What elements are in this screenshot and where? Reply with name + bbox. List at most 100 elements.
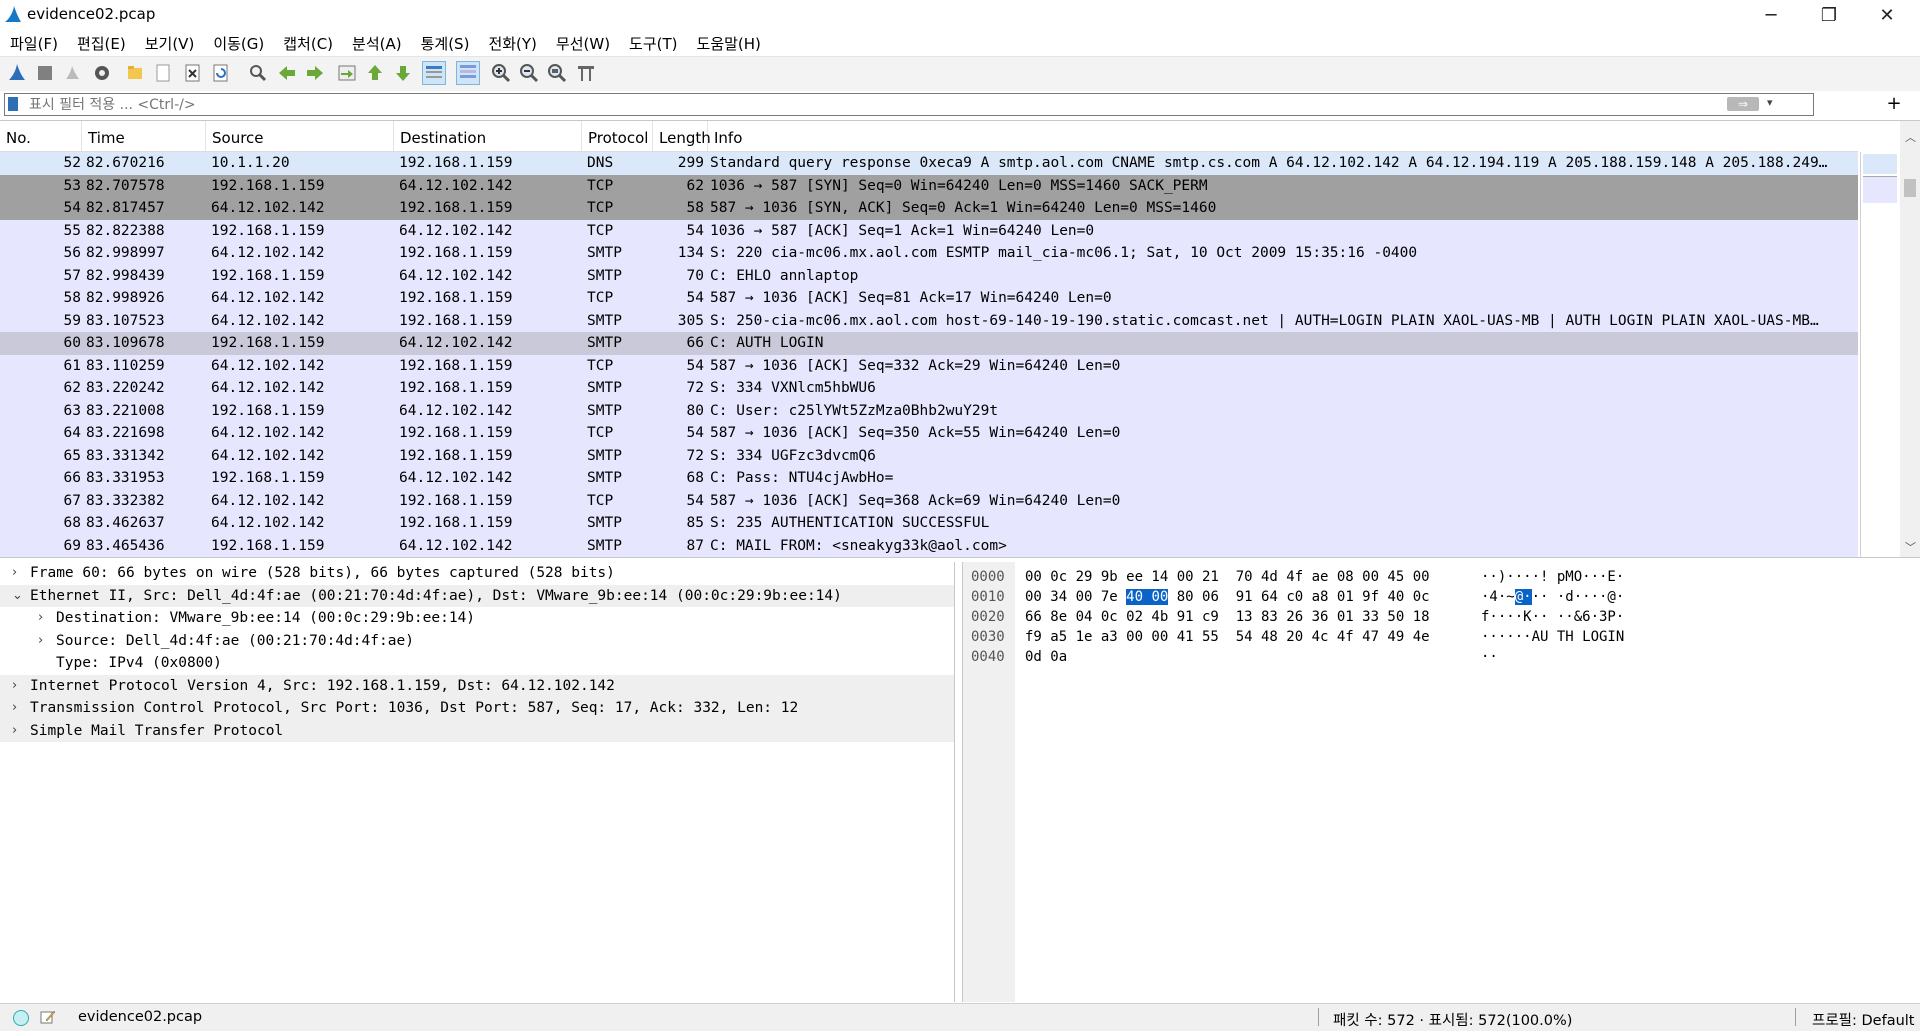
first-packet-button[interactable] xyxy=(364,62,386,84)
go-to-packet-button[interactable] xyxy=(336,62,358,84)
restart-capture-button[interactable] xyxy=(62,62,84,84)
collapsed-chevron-icon[interactable]: › xyxy=(12,697,26,720)
menu-item[interactable]: 이동(G) xyxy=(203,30,273,56)
packet-row[interactable]: 56 82.998997 64.12.102.142 192.168.1.159 SMT… xyxy=(0,242,1858,265)
zoom-in-button[interactable] xyxy=(490,62,512,84)
zoom-out-button[interactable] xyxy=(518,62,540,84)
find-packet-button[interactable] xyxy=(247,62,269,84)
packet-row[interactable]: 55 82.822388 192.168.1.159 64.12.102.142 TCP… xyxy=(0,219,1858,242)
normal-size-button[interactable] xyxy=(546,62,568,84)
go-back-button[interactable] xyxy=(276,62,298,84)
packet-row[interactable]: 64 83.221698 64.12.102.142 192.168.1.159 TCP… xyxy=(0,422,1858,445)
column-no[interactable]: No. xyxy=(0,121,82,151)
detail-tree-item[interactable]: ⌄ Ethernet II, Src: Dell_4d:4f:ae (00:21:… xyxy=(0,584,954,608)
add-filter-button[interactable]: + xyxy=(1884,93,1904,115)
maximize-button[interactable]: ❐ xyxy=(1800,0,1858,30)
packet-row[interactable]: 68 83.462637 64.12.102.142 192.168.1.159 SMT… xyxy=(0,512,1858,535)
packet-row[interactable]: 58 82.998926 64.12.102.142 192.168.1.159 TCP… xyxy=(0,287,1858,310)
display-filter-input[interactable] xyxy=(29,94,1729,115)
stop-capture-button[interactable] xyxy=(34,62,56,84)
packet-row[interactable]: 52 82.670216 10.1.1.20 192.168.1.159 DNS 299 S… xyxy=(0,152,1858,175)
hex-dump-line[interactable]: 0010 00 34 00 7e 40 00 80 06 91 64 c0 a8 … xyxy=(963,588,1920,607)
packet-row[interactable]: 57 82.998439 192.168.1.159 64.12.102.142 SMT… xyxy=(0,264,1858,287)
detail-tree-item[interactable]: › Frame 60: 66 bytes on wire (528 bits), … xyxy=(0,562,954,585)
packet-list: No. Time Source Destination Protocol Len… xyxy=(0,120,1920,558)
menu-item[interactable]: 편집(E) xyxy=(67,30,135,56)
menu-item[interactable]: 도구(T) xyxy=(619,30,686,56)
packet-length: 54 xyxy=(686,222,704,239)
packet-row[interactable]: 65 83.331342 64.12.102.142 192.168.1.159 SMT… xyxy=(0,444,1858,467)
collapsed-chevron-icon[interactable]: › xyxy=(38,630,52,653)
scroll-up-icon[interactable]: ︿ xyxy=(1905,129,1916,145)
packet-row[interactable]: 59 83.107523 64.12.102.142 192.168.1.159 SMT… xyxy=(0,309,1858,332)
menu-item[interactable]: 캡처(C) xyxy=(273,30,342,56)
packet-list-scrollbar[interactable]: ︿ ﹀ xyxy=(1900,121,1920,557)
detail-tree-item[interactable]: › Transmission Control Protocol, Src Port… xyxy=(0,697,954,720)
packet-protocol: SMTP xyxy=(587,245,622,261)
collapsed-chevron-icon[interactable]: › xyxy=(12,562,26,585)
start-capture-button[interactable] xyxy=(6,62,28,84)
filter-history-dropdown[interactable]: ▾ xyxy=(1767,96,1773,109)
packet-row[interactable]: 62 83.220242 64.12.102.142 192.168.1.159 SMT… xyxy=(0,377,1858,400)
hex-dump-line[interactable]: 0030 f9 a5 1e a3 00 00 41 55 54 48 20 4c … xyxy=(963,628,1920,647)
packet-row[interactable]: 54 82.817457 64.12.102.142 192.168.1.159 TCP… xyxy=(0,197,1858,220)
column-info[interactable]: Info xyxy=(708,121,1858,151)
minimize-button[interactable]: ─ xyxy=(1742,0,1800,30)
packet-row[interactable]: 63 83.221008 192.168.1.159 64.12.102.142 SMT… xyxy=(0,399,1858,422)
reload-file-button[interactable] xyxy=(210,62,232,84)
scroll-down-icon[interactable]: ﹀ xyxy=(1905,539,1916,555)
menu-item[interactable]: 무선(W) xyxy=(546,30,619,56)
close-file-button[interactable] xyxy=(182,62,204,84)
collapsed-chevron-icon[interactable]: › xyxy=(38,607,52,630)
packet-minimap[interactable] xyxy=(1860,152,1899,557)
menu-item[interactable]: 보기(V) xyxy=(135,30,204,56)
normal-size-icon xyxy=(548,64,567,83)
packet-protocol: SMTP xyxy=(587,312,622,329)
capture-comment-icon[interactable] xyxy=(40,1009,56,1025)
menu-item[interactable]: 통계(S) xyxy=(411,30,479,56)
packet-row[interactable]: 53 82.707578 192.168.1.159 64.12.102.142 TCP… xyxy=(0,174,1858,197)
collapsed-chevron-icon[interactable]: › xyxy=(12,720,26,743)
status-profile[interactable]: 프로필: Default xyxy=(1812,1009,1915,1030)
resize-columns-button[interactable] xyxy=(575,62,597,84)
last-packet-button[interactable] xyxy=(392,62,414,84)
colorize-button[interactable] xyxy=(456,61,480,85)
packet-row[interactable]: 61 83.110259 64.12.102.142 192.168.1.159 TCP… xyxy=(0,354,1858,377)
open-file-button[interactable] xyxy=(124,62,146,84)
detail-tree-item[interactable]: Type: IPv4 (0x0800) xyxy=(0,652,954,675)
column-protocol[interactable]: Protocol xyxy=(582,121,653,151)
detail-tree-item[interactable]: › Destination: VMware_9b:ee:14 (00:0c:29:… xyxy=(0,607,954,630)
detail-tree-item[interactable]: › Simple Mail Transfer Protocol xyxy=(0,719,954,743)
detail-tree-item[interactable]: › Internet Protocol Version 4, Src: 192.1… xyxy=(0,674,954,698)
column-destination[interactable]: Destination xyxy=(394,121,582,151)
expanded-chevron-icon[interactable]: ⌄ xyxy=(12,585,26,608)
scroll-thumb[interactable] xyxy=(1904,179,1916,197)
detail-tree-item[interactable]: › Source: Dell_4d:4f:ae (00:21:70:4d:4f:a… xyxy=(0,630,954,653)
menu-item[interactable]: 파일(F) xyxy=(0,30,67,56)
collapsed-chevron-icon[interactable]: › xyxy=(12,675,26,698)
column-time[interactable]: Time xyxy=(82,121,206,151)
packet-row[interactable]: 60 83.109678 192.168.1.159 64.12.102.142 SMT… xyxy=(0,332,1858,355)
save-file-button[interactable] xyxy=(152,62,174,84)
bookmark-icon[interactable] xyxy=(8,97,18,111)
hex-dump-line[interactable]: 0000 00 0c 29 9b ee 14 00 21 70 4d 4f ae … xyxy=(963,568,1920,587)
menu-item[interactable]: 분석(A) xyxy=(342,30,411,56)
column-source[interactable]: Source xyxy=(206,121,394,151)
hex-dump-line[interactable]: 0040 0d 0a ·· xyxy=(963,648,1920,667)
packet-row[interactable]: 67 83.332382 64.12.102.142 192.168.1.159 TCP… xyxy=(0,489,1858,512)
hex-dump-line[interactable]: 0020 66 8e 04 0c 02 4b 91 c9 13 83 26 36 … xyxy=(963,608,1920,627)
packet-row[interactable]: 69 83.465436 192.168.1.159 64.12.102.142 SMT… xyxy=(0,534,1858,557)
close-button[interactable]: ✕ xyxy=(1858,0,1916,30)
autoscroll-button[interactable] xyxy=(422,61,446,85)
menu-item[interactable]: 전화(Y) xyxy=(478,30,545,56)
packet-length: 305 xyxy=(677,312,704,329)
go-forward-button[interactable] xyxy=(304,62,326,84)
reload-file-icon xyxy=(213,64,228,82)
packet-protocol: SMTP xyxy=(587,515,622,531)
packet-row[interactable]: 66 83.331953 192.168.1.159 64.12.102.142 SMT… xyxy=(0,467,1858,490)
apply-filter-button[interactable]: ⇒ xyxy=(1727,97,1759,111)
expert-info-icon[interactable] xyxy=(13,1010,29,1026)
capture-options-button[interactable] xyxy=(91,62,113,84)
column-length[interactable]: Length xyxy=(653,121,711,151)
menu-item[interactable]: 도움말(H) xyxy=(687,30,770,56)
